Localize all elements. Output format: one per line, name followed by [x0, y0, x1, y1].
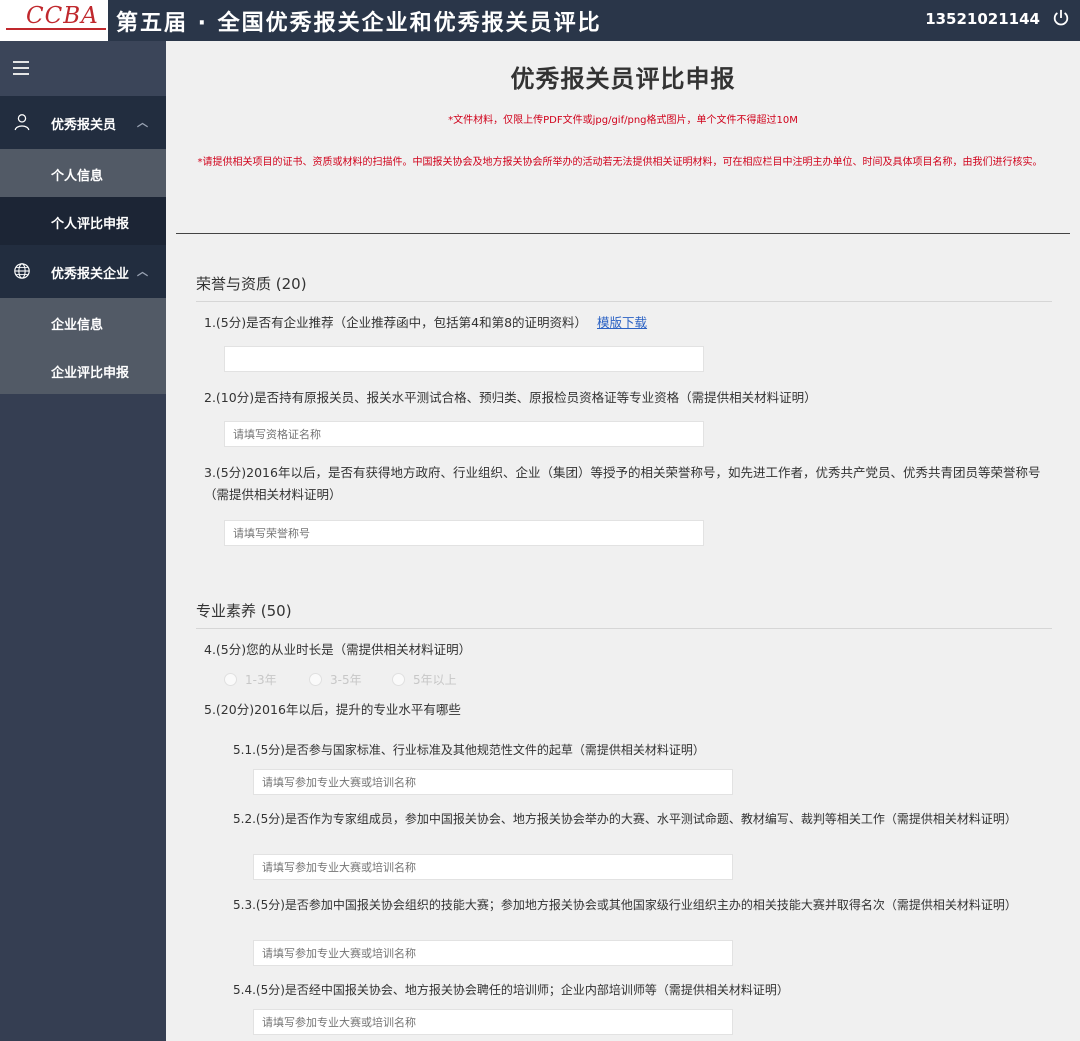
top-bar: CCBA 第五届 · 全国优秀报关企业和优秀报关员评比 13521021144	[0, 0, 1080, 41]
chevron-up-icon: ︿	[137, 265, 148, 278]
sidebar-group-label: 优秀报关员	[51, 118, 117, 133]
question-5-2: 5.2.(5分)是否作为专家组成员，参加中国报关协会、地方报关协会举办的大赛、水…	[233, 812, 1017, 826]
sidebar-group-label: 优秀报关企业	[51, 267, 130, 282]
user-account[interactable]: 13521021144	[925, 10, 1040, 28]
material-notice: *请提供相关项目的证书、资质或材料的扫描件。中国报关协会及地方报关协会所举办的活…	[197, 157, 1043, 168]
sidebar-item-personal-info[interactable]: 个人信息	[0, 149, 166, 197]
sidebar-item-personal-application[interactable]: 个人评比申报	[0, 197, 166, 245]
q2-certificate-input[interactable]	[224, 421, 704, 447]
q5-2-input[interactable]	[253, 854, 733, 880]
question-5-4: 5.4.(5分)是否经中国报关协会、地方报关协会聘任的培训师；企业内部培训师等（…	[233, 983, 789, 997]
user-icon	[14, 114, 30, 131]
radio-5-plus-years[interactable]: 5年以上	[392, 671, 457, 688]
question-5-1: 5.1.(5分)是否参与国家标准、行业标准及其他规范性文件的起草（需提供相关材料…	[233, 743, 705, 757]
logo: CCBA	[0, 0, 108, 41]
sidebar-group-employee[interactable]: 优秀报关员 ︿	[0, 96, 166, 149]
chevron-up-icon: ︿	[137, 116, 148, 129]
sidebar-item-label: 企业评比申报	[51, 366, 130, 381]
section-divider	[196, 301, 1052, 302]
q1-input[interactable]	[224, 346, 704, 372]
globe-icon	[14, 263, 30, 279]
section-title-professional: 专业素养 (50)	[196, 602, 292, 620]
section-divider	[196, 628, 1052, 629]
sidebar-item-label: 企业信息	[51, 318, 104, 333]
question-4: 4.(5分)您的从业时长是（需提供相关材料证明）	[204, 642, 472, 657]
question-1: 1.(5分)是否有企业推荐（企业推荐函中，包括第4和第8的证明资料） 模版下载	[204, 312, 1044, 334]
radio-label: 3-5年	[330, 673, 362, 687]
question-2: 2.(10分)是否持有原报关员、报关水平测试合格、预归类、原报检员资格证等专业资…	[204, 390, 817, 405]
main-content: 优秀报关员评比申报 *文件材料，仅限上传PDF文件或jpg/gif/png格式图…	[166, 41, 1080, 1041]
sidebar-item-enterprise-application[interactable]: 企业评比申报	[0, 346, 166, 394]
q5-1-input[interactable]	[253, 769, 733, 795]
logo-text: CCBA	[26, 3, 99, 29]
radio-1-3-years[interactable]: 1-3年	[224, 671, 277, 688]
sidebar-item-label: 个人信息	[51, 169, 104, 184]
question-5-3: 5.3.(5分)是否参加中国报关协会组织的技能大赛；参加地方报关协会或其他国家级…	[233, 898, 1017, 912]
radio-circle	[309, 673, 322, 686]
q5-3-input[interactable]	[253, 940, 733, 966]
radio-3-5-years[interactable]: 3-5年	[309, 671, 362, 688]
question-5: 5.(20分)2016年以后，提升的专业水平有哪些	[204, 702, 461, 717]
template-download-link[interactable]: 模版下载	[597, 315, 647, 330]
power-icon[interactable]	[1052, 9, 1070, 27]
page-title: 优秀报关员评比申报	[510, 65, 736, 93]
menu-toggle-button[interactable]	[0, 41, 166, 96]
q3-honor-input[interactable]	[224, 520, 704, 546]
question-text: 1.(5分)是否有企业推荐（企业推荐函中，包括第4和第8的证明资料）	[204, 315, 588, 330]
radio-circle	[392, 673, 405, 686]
radio-label: 5年以上	[413, 673, 457, 687]
hamburger-icon	[13, 61, 29, 75]
divider	[176, 233, 1070, 234]
sidebar: 优秀报关员 ︿ 个人信息 个人评比申报 优秀报关企业 ︿ 企业信息 企业评比申报	[0, 41, 166, 1041]
q5-4-input[interactable]	[253, 1009, 733, 1035]
file-notice: *文件材料，仅限上传PDF文件或jpg/gif/png格式图片，单个文件不得超过…	[448, 115, 798, 126]
sidebar-item-label: 个人评比申报	[51, 217, 130, 232]
app-title: 第五届 · 全国优秀报关企业和优秀报关员评比	[116, 11, 602, 36]
sidebar-group-enterprise[interactable]: 优秀报关企业 ︿	[0, 245, 166, 298]
radio-circle	[224, 673, 237, 686]
section-title-honors: 荣誉与资质 (20)	[196, 275, 307, 293]
sidebar-item-enterprise-info[interactable]: 企业信息	[0, 298, 166, 346]
logo-underline	[6, 28, 106, 30]
question-3: 3.(5分)2016年以后，是否有获得地方政府、行业组织、企业（集团）等授予的相…	[204, 465, 1041, 502]
radio-label: 1-3年	[245, 673, 277, 687]
